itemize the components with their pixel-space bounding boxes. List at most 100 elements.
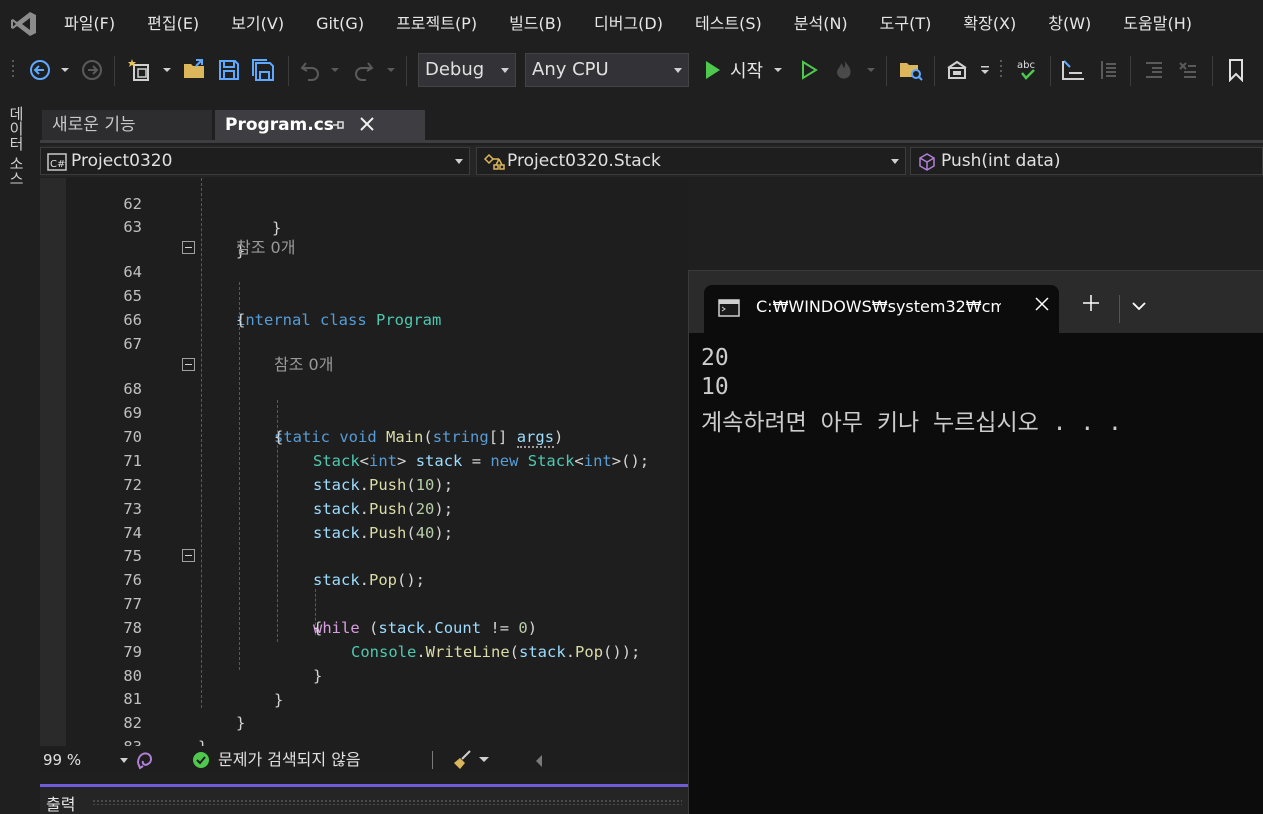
open-folder-icon[interactable] xyxy=(180,56,210,84)
hot-reload-icon[interactable] xyxy=(830,56,858,84)
menu-analyze[interactable]: 분석(N) xyxy=(778,7,864,41)
menu-build[interactable]: 빌드(B) xyxy=(493,7,578,41)
start-icon xyxy=(706,61,720,79)
code-line: 64 internal class Program xyxy=(40,236,688,329)
member-name: Push(int data) xyxy=(941,151,1061,171)
menu-view[interactable]: 보기(V) xyxy=(215,7,300,41)
toolbar-separator xyxy=(934,56,935,86)
member-dropdown[interactable]: Push(int data) xyxy=(910,147,1263,175)
navigation-bar: C# Project0320 Project0320.Stack Push(in… xyxy=(40,145,1263,177)
menu-bar: 파일(F) 편집(E) 보기(V) Git(G) 프로젝트(P) 빌드(B) 디… xyxy=(0,0,1263,48)
menu-file[interactable]: 파일(F) xyxy=(48,7,131,41)
project-dropdown[interactable]: C# Project0320 xyxy=(40,147,470,175)
toolbar-grip-icon[interactable] xyxy=(998,56,1006,84)
side-tool-strip: 데이터 소스 xyxy=(0,92,38,814)
code-line: 75 stack.Pop(); xyxy=(40,520,688,589)
menu-edit[interactable]: 편집(E) xyxy=(131,7,215,41)
close-icon[interactable] xyxy=(1034,295,1050,317)
chevron-down-icon xyxy=(501,68,509,73)
forward-icon[interactable] xyxy=(78,56,106,84)
code-line: 69 { xyxy=(40,377,688,446)
terminal-tab[interactable]: C:₩WINDOWS₩system32₩cmd.exe xyxy=(704,285,1059,333)
solution-platform-dropdown[interactable]: Any CPU xyxy=(525,53,689,87)
code-line: 76 while (stack.Count != 0) xyxy=(40,544,688,637)
output-title[interactable]: 출력 xyxy=(46,791,75,814)
new-project-dropdown-chevron-icon[interactable] xyxy=(160,56,174,84)
redo-dropdown-chevron-icon[interactable] xyxy=(384,56,398,84)
menu-extensions[interactable]: 확장(X) xyxy=(947,7,1032,41)
copilot-icon[interactable] xyxy=(134,749,156,775)
menu-help[interactable]: 도움말(H) xyxy=(1107,7,1208,41)
document-tab-bar: 새로운 기능 Program.cs xyxy=(40,108,1263,140)
breakpoint-icon[interactable] xyxy=(1058,56,1088,84)
data-sources-tab[interactable]: 데이터 소스 xyxy=(6,106,27,186)
output-grip[interactable] xyxy=(92,799,682,805)
outdent-icon[interactable] xyxy=(1140,56,1168,84)
hot-reload-dropdown-chevron-icon[interactable] xyxy=(864,56,878,84)
chevron-down-icon xyxy=(891,159,899,164)
code-line: 71 stack.Push(10); xyxy=(40,425,688,494)
save-all-icon[interactable] xyxy=(248,56,278,84)
solution-explorer-icon[interactable] xyxy=(896,56,926,84)
svg-text:abc: abc xyxy=(1017,60,1035,71)
code-line: 80 } xyxy=(40,640,688,709)
collapse-icon[interactable] xyxy=(182,241,195,254)
close-icon[interactable] xyxy=(359,110,375,149)
broom-icon xyxy=(454,750,471,769)
window-layout-dropdown-chevron-icon[interactable] xyxy=(978,56,992,84)
zoom-dropdown[interactable]: 99 % xyxy=(40,747,130,773)
collapse-icon[interactable] xyxy=(182,549,195,562)
code-line: 62 } xyxy=(40,178,688,237)
uncomment-icon[interactable] xyxy=(1174,56,1202,84)
menu-test[interactable]: 테스트(S) xyxy=(679,7,778,41)
title-bar-separator xyxy=(1119,295,1120,323)
collapse-icon[interactable] xyxy=(182,358,195,371)
platform-value: Any CPU xyxy=(532,59,609,80)
code-editor[interactable]: 62 } 63 } 참조 0개 64 internal class Progra… xyxy=(40,178,688,746)
bookmark-icon[interactable] xyxy=(1222,56,1250,84)
tab-new-features[interactable]: 새로운 기능 xyxy=(42,110,212,140)
toolbar-grip-icon[interactable] xyxy=(10,56,18,84)
start-without-debugging-icon[interactable] xyxy=(796,56,822,84)
save-icon[interactable] xyxy=(214,56,244,84)
chevron-down-icon[interactable] xyxy=(1131,297,1147,316)
redo-icon[interactable] xyxy=(350,56,378,84)
toolbar-separator xyxy=(1050,56,1051,86)
comment-icon[interactable] xyxy=(1094,56,1122,84)
chevron-down-icon xyxy=(455,159,463,164)
type-name: Project0320.Stack xyxy=(507,151,661,171)
terminal-tab-title: C:₩WINDOWS₩system32₩cmd.exe xyxy=(756,297,1001,316)
visual-studio-logo-icon[interactable] xyxy=(0,0,48,48)
output-window: 출력 xyxy=(40,784,688,814)
console-window[interactable]: C:₩WINDOWS₩system32₩cmd.exe 20 10 계속하려면 … xyxy=(688,270,1263,814)
tab-program-cs[interactable]: Program.cs xyxy=(215,110,425,140)
console-output-line: 20 xyxy=(701,345,729,371)
scroll-left-icon[interactable] xyxy=(534,753,544,772)
menu-git[interactable]: Git(G) xyxy=(300,7,380,41)
start-debugging-button[interactable]: 시작 xyxy=(702,56,788,84)
toolbar-separator xyxy=(1212,56,1213,86)
solution-configuration-dropdown[interactable]: Debug xyxy=(418,53,516,87)
undo-dropdown-chevron-icon[interactable] xyxy=(328,56,342,84)
window-layout-icon[interactable] xyxy=(942,56,972,84)
type-dropdown[interactable]: Project0320.Stack xyxy=(476,147,906,175)
menu-tools[interactable]: 도구(T) xyxy=(864,7,948,41)
back-dropdown-chevron-icon[interactable] xyxy=(58,56,72,84)
menu-window[interactable]: 창(W) xyxy=(1032,7,1107,41)
back-icon[interactable] xyxy=(26,56,54,84)
status-separator xyxy=(432,751,433,769)
menu-debug[interactable]: 디버그(D) xyxy=(578,7,679,41)
new-tab-plus-icon[interactable] xyxy=(1081,293,1101,317)
new-project-icon[interactable] xyxy=(126,56,156,84)
toolbar-separator xyxy=(886,56,887,86)
issues-indicator[interactable]: 문제가 검색되지 않음 xyxy=(192,747,361,773)
zoom-level: 99 % xyxy=(43,751,82,769)
menu-project[interactable]: 프로젝트(P) xyxy=(380,7,493,41)
tab-bar-underline xyxy=(40,140,1263,143)
tab-label: 새로운 기능 xyxy=(52,115,136,135)
console-output-line: 계속하려면 아무 키나 누르십시오 . . . xyxy=(701,410,1122,436)
cmd-icon xyxy=(718,299,740,321)
spell-check-icon[interactable]: abc xyxy=(1012,56,1042,84)
code-cleanup-button[interactable] xyxy=(452,749,490,771)
undo-icon[interactable] xyxy=(296,56,324,84)
